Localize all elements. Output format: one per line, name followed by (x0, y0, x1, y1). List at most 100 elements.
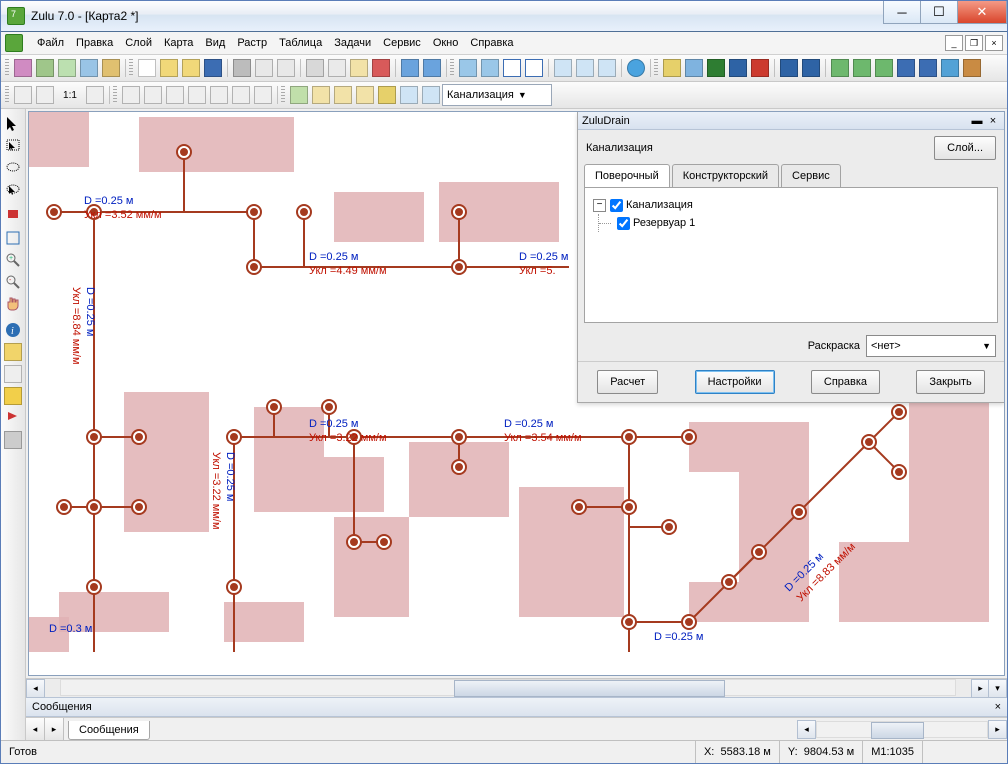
cut-icon[interactable] (305, 58, 325, 78)
tool-icon[interactable] (458, 58, 478, 78)
menu-layer[interactable]: Слой (119, 35, 158, 51)
minimize-button[interactable]: ─ (883, 1, 921, 24)
canvas-hscrollbar[interactable]: ◂ ▸ ▾ (26, 678, 1007, 697)
tree-root-check[interactable] (610, 199, 623, 212)
pointer-icon[interactable] (3, 114, 23, 134)
tool-icon[interactable] (231, 85, 251, 105)
tool-icon[interactable] (143, 85, 163, 105)
help-icon[interactable] (626, 58, 646, 78)
tool-icon[interactable] (101, 58, 121, 78)
tool-icon[interactable] (801, 58, 821, 78)
messages-close-icon[interactable]: × (995, 701, 1001, 713)
scroll-right-icon[interactable]: ▸ (988, 720, 1007, 739)
tool-icon[interactable] (962, 58, 982, 78)
tool-icon[interactable] (502, 58, 522, 78)
tool-icon[interactable] (940, 58, 960, 78)
marker-icon[interactable] (3, 206, 23, 226)
tool-icon[interactable] (35, 58, 55, 78)
scroll-left-icon[interactable]: ◂ (26, 679, 45, 698)
messages-tab[interactable]: Сообщения (68, 721, 150, 740)
tool-icon[interactable] (874, 58, 894, 78)
menu-tasks[interactable]: Задачи (328, 35, 377, 51)
menu-help[interactable]: Справка (464, 35, 519, 51)
tool-icon[interactable] (333, 85, 353, 105)
tool-icon[interactable] (289, 85, 309, 105)
layer-tree[interactable]: − Канализация Резервуар 1 (593, 196, 989, 232)
tool-icon[interactable] (181, 58, 201, 78)
tool-icon[interactable] (121, 85, 141, 105)
tool-icon[interactable] (728, 58, 748, 78)
tool-icon[interactable] (524, 58, 544, 78)
zoom-in-icon[interactable]: + (3, 250, 23, 270)
new-icon[interactable] (137, 58, 157, 78)
tool-icon[interactable] (13, 85, 33, 105)
tool-icon[interactable] (684, 58, 704, 78)
toolbar-grip[interactable] (654, 59, 658, 77)
tool-icon[interactable] (165, 85, 185, 105)
select-lasso-icon[interactable] (3, 158, 23, 178)
open-icon[interactable] (159, 58, 179, 78)
tool-icon[interactable] (3, 342, 23, 362)
calc-button[interactable]: Расчет (597, 370, 658, 394)
mdi-restore[interactable]: ❐ (965, 35, 983, 51)
pan-icon[interactable] (3, 294, 23, 314)
menu-window[interactable]: Окно (427, 35, 465, 51)
tab-design[interactable]: Конструкторский (672, 164, 779, 187)
ruler-icon[interactable] (3, 364, 23, 384)
mdi-minimize[interactable]: _ (945, 35, 963, 51)
mdi-close[interactable]: × (985, 35, 1003, 51)
close-panel-button[interactable]: Закрыть (916, 370, 984, 394)
tool-icon[interactable] (253, 85, 273, 105)
help-button[interactable]: Справка (811, 370, 880, 394)
copy-icon[interactable] (327, 58, 347, 78)
tool-icon[interactable] (779, 58, 799, 78)
tool-icon[interactable] (575, 58, 595, 78)
tool-icon[interactable] (209, 85, 229, 105)
tool-icon[interactable] (399, 85, 419, 105)
extent-icon[interactable] (3, 228, 23, 248)
tool-icon[interactable] (35, 85, 55, 105)
tab-check[interactable]: Поверочный (584, 164, 670, 187)
toolbar-grip[interactable] (113, 86, 117, 104)
toolbar-grip[interactable] (5, 59, 9, 77)
tool-icon[interactable] (750, 58, 770, 78)
paste-icon[interactable] (349, 58, 369, 78)
map-canvas[interactable]: D =0.25 м Укл =3.52 мм/м D =0.25 м Укл =… (28, 111, 1005, 676)
scroll-down-icon[interactable]: ▾ (988, 679, 1007, 698)
menu-view[interactable]: Вид (199, 35, 231, 51)
save-icon[interactable] (203, 58, 223, 78)
panel-minimize-icon[interactable]: ▬ (970, 114, 984, 128)
tool-icon[interactable] (13, 58, 33, 78)
tool-icon[interactable] (3, 430, 23, 450)
tool-icon[interactable] (187, 85, 207, 105)
menu-service[interactable]: Сервис (377, 35, 427, 51)
undo-icon[interactable] (400, 58, 420, 78)
tree-child-check[interactable] (617, 217, 630, 230)
tool-icon[interactable] (85, 85, 105, 105)
menu-file[interactable]: Файл (31, 35, 70, 51)
preview-icon[interactable] (254, 58, 274, 78)
tool-icon[interactable] (3, 386, 23, 406)
flag-icon[interactable] (3, 408, 23, 428)
tree-expand-icon[interactable]: − (593, 199, 606, 212)
toolbar-grip[interactable] (281, 86, 285, 104)
scroll-left-icon[interactable]: ◂ (797, 720, 816, 739)
menu-edit[interactable]: Правка (70, 35, 119, 51)
panel-close-icon[interactable]: × (986, 114, 1000, 128)
layer-combo[interactable]: Канализация ▼ (442, 84, 552, 106)
info-icon[interactable]: i (3, 320, 23, 340)
tool-icon[interactable] (662, 58, 682, 78)
flag-icon[interactable] (706, 58, 726, 78)
settings-button[interactable]: Настройки (695, 370, 775, 394)
bottom-hscrollbar[interactable]: ◂ ▸ (797, 718, 1007, 740)
layer-button[interactable]: Слой... (934, 136, 996, 160)
select-poly-icon[interactable] (3, 180, 23, 200)
tool-icon[interactable] (276, 58, 296, 78)
tab-service[interactable]: Сервис (781, 164, 841, 187)
tab-next-icon[interactable]: ▸ (45, 718, 64, 740)
select-rect-icon[interactable] (3, 136, 23, 156)
tool-icon[interactable] (918, 58, 938, 78)
tool-icon[interactable] (896, 58, 916, 78)
tool-icon[interactable] (830, 58, 850, 78)
tool-icon[interactable] (597, 58, 617, 78)
